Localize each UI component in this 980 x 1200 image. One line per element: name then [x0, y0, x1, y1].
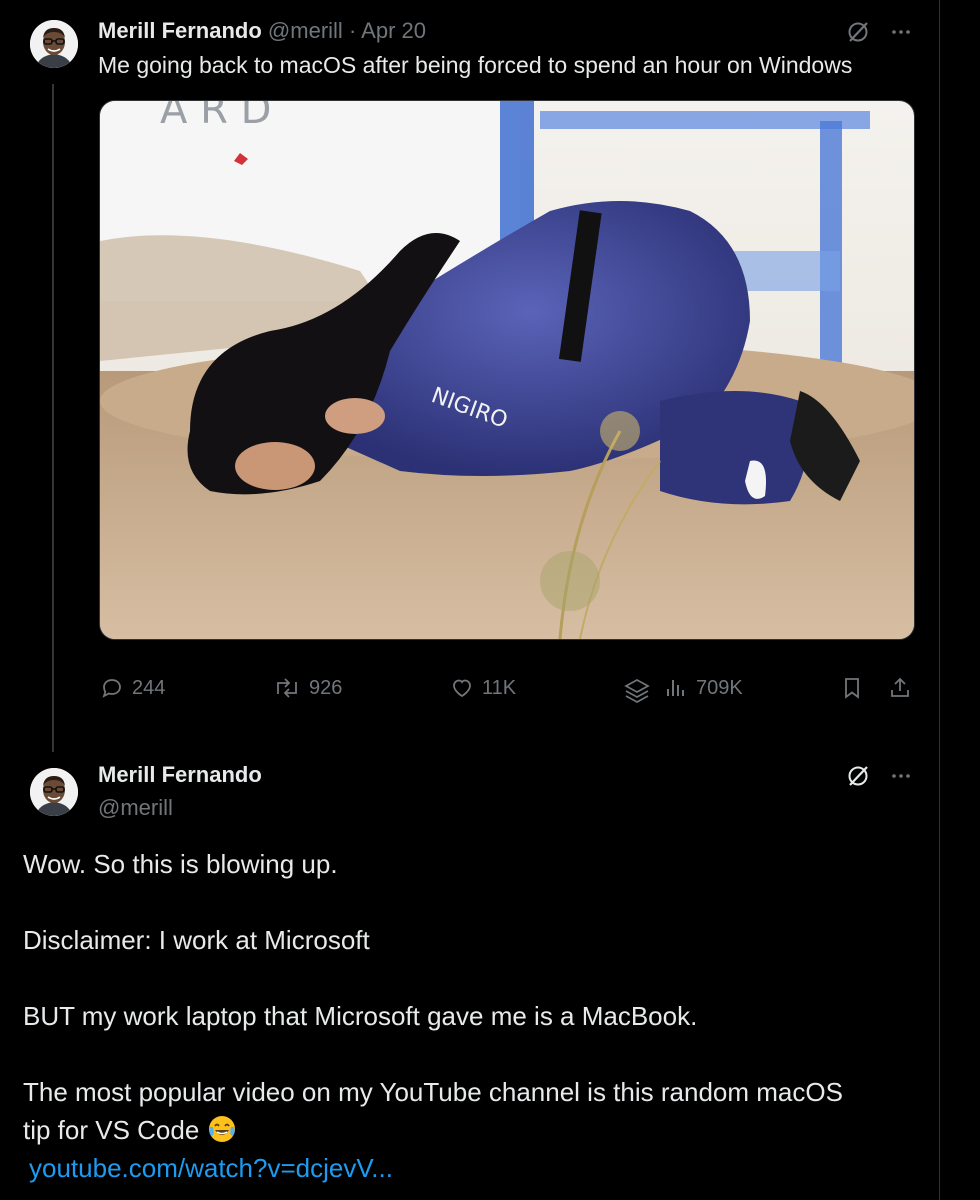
tweet-paragraph: Wow. So this is blowing up. [23, 849, 338, 879]
views-icon [667, 680, 684, 696]
author-handle[interactable]: @merill [268, 18, 343, 43]
tweet-photo[interactable]: A R D NIGIRO [99, 100, 915, 640]
reply-icon [102, 679, 121, 698]
avatar[interactable] [30, 20, 78, 68]
layers-button[interactable] [622, 676, 652, 706]
bookmark-button[interactable] [840, 676, 864, 700]
more-icon[interactable] [886, 762, 916, 790]
repost-button[interactable]: 926 [273, 676, 342, 700]
like-icon [453, 679, 471, 698]
tweet-header: Merill Fernando @merill · Apr 20 [98, 18, 426, 44]
tweet-paragraph-line: tip for VS Code [23, 1111, 923, 1149]
grok-icon[interactable] [844, 762, 872, 790]
like-count: 11K [482, 676, 517, 699]
author-name[interactable]: Merill Fernando [98, 18, 262, 43]
bookmark-icon [845, 678, 859, 699]
view-count: 709K [696, 676, 743, 699]
layers-icon [624, 679, 650, 703]
grok-icon[interactable] [844, 18, 872, 46]
column-divider [939, 0, 940, 1200]
svg-text:A R D: A R D [160, 101, 271, 133]
more-icon[interactable] [886, 18, 916, 46]
tweet-paragraph: BUT my work laptop that Microsoft gave m… [23, 1001, 698, 1031]
author-handle[interactable]: @merill [98, 795, 173, 821]
reply-count: 244 [132, 676, 166, 699]
thread-connector-line [52, 84, 54, 752]
views-button[interactable]: 709K [664, 676, 743, 700]
youtube-link[interactable]: youtube.com/watch?v=dcjevV... [23, 1153, 393, 1183]
tweet-actions: 244 926 11K 709K [98, 676, 918, 708]
tweet-paragraph: The most popular video on my YouTube cha… [23, 1077, 843, 1107]
tweet-paragraph: Disclaimer: I work at Microsoft [23, 925, 370, 955]
reply-button[interactable]: 244 [100, 676, 165, 700]
repost-count: 926 [309, 676, 343, 699]
repost-icon [277, 678, 297, 698]
share-icon [891, 677, 909, 697]
share-button[interactable] [888, 676, 912, 700]
author-name[interactable]: Merill Fernando [98, 762, 262, 788]
tears-of-joy-emoji-icon [208, 1116, 235, 1142]
tweet-body: Wow. So this is blowing up. Disclaimer: … [23, 845, 923, 1187]
tweet-date[interactable]: · Apr 20 [349, 18, 426, 43]
tweet-paragraph: tip for VS Code [23, 1115, 200, 1145]
tweet-text: Me going back to macOS after being force… [98, 52, 853, 78]
avatar[interactable] [30, 768, 78, 816]
like-button[interactable]: 11K [450, 676, 516, 700]
